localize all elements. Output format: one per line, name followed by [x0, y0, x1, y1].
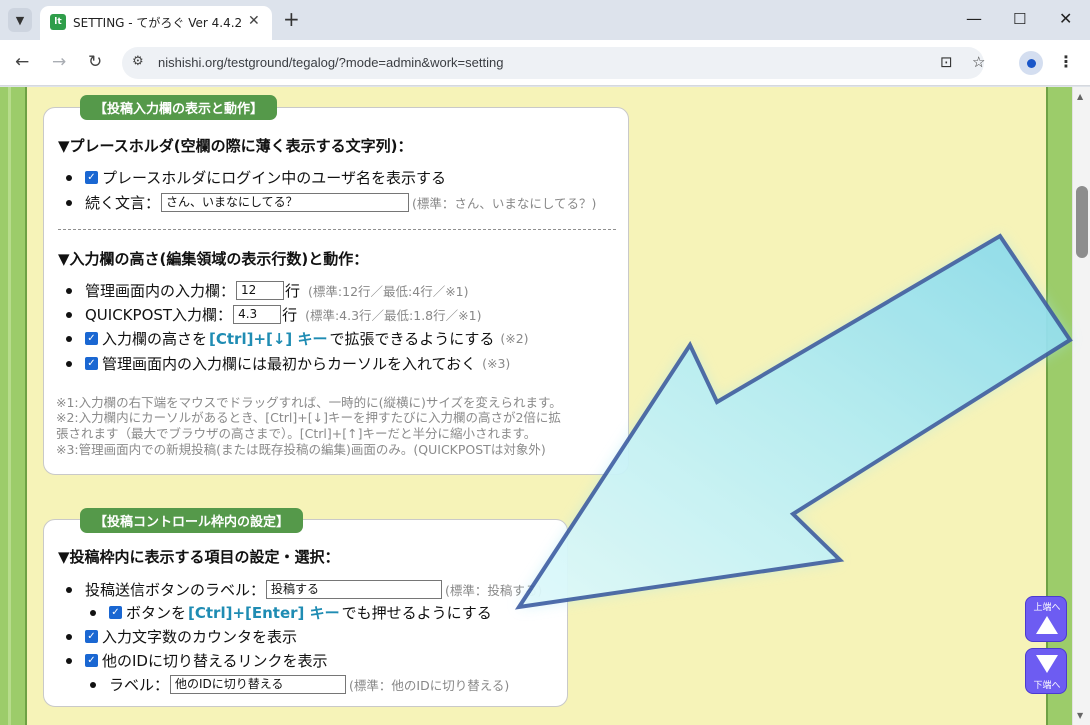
scroll-top-button[interactable]: 上端へ — [1025, 596, 1067, 642]
quickpost-height-unit: 行 — [282, 306, 298, 324]
address-bar[interactable]: ⚙ nishishi.org/testground/tegalog/?mode=… — [122, 47, 985, 79]
forward-icon[interactable]: → — [52, 52, 66, 72]
cursor-checkbox[interactable]: ✓ — [85, 357, 98, 370]
send-label-row: 投稿送信ボタンのラベル： 投稿する (標準：投稿する) — [66, 579, 542, 600]
tab-title: SETTING - てがろぐ Ver 4.4.2 — [73, 16, 243, 30]
divider — [58, 229, 616, 230]
send-label-label: 投稿送信ボタンのラベル： — [85, 581, 266, 599]
site-info-icon[interactable]: ⚙ — [132, 54, 144, 69]
window-close-icon[interactable]: ✕ — [1059, 8, 1072, 30]
switch-label-label: ラベル： — [109, 676, 170, 694]
more-menu-icon[interactable]: ⋮ — [1058, 52, 1074, 72]
scroll-top-label: 上端へ — [1033, 603, 1061, 613]
post-control-heading: ▼投稿枠内に表示する項目の設定・選択： — [58, 548, 340, 566]
send-label-note: (標準：投稿する) — [445, 583, 543, 598]
quickpost-height-input[interactable]: 4.3 — [233, 305, 282, 324]
show-username-checkbox[interactable]: ✓ — [85, 171, 98, 184]
footnote-2-cont: 張されます（最大でブラウザの高さまで）。[Ctrl]+[↑]キーだと半分に縮小さ… — [56, 426, 537, 441]
counter-row: ✓ 入力文字数のカウンタを表示 — [66, 626, 297, 647]
back-icon[interactable]: ← — [15, 52, 29, 72]
enter-key-post: でも押せるようにする — [341, 604, 492, 622]
continue-text-row: 続く文言： さん、いまなにしてる？ (標準：さん、いまなにしてる？) — [66, 192, 596, 213]
scroll-bottom-button[interactable]: 下端へ — [1025, 648, 1067, 694]
switch-label-note: (標準：他のIDに切り替える) — [349, 678, 510, 693]
cursor-note: (※3) — [482, 356, 511, 371]
show-username-label: プレースホルダにログイン中のユーザ名を表示する — [102, 169, 446, 187]
reload-icon[interactable]: ↻ — [88, 52, 102, 72]
plus-icon[interactable]: + — [283, 8, 300, 30]
cursor-label: 管理画面内の入力欄には最初からカーソルを入れておく — [102, 355, 477, 373]
expand-key-row: ✓ 入力欄の高さを [Ctrl]+[↓] キー で拡張できるようにする (※2) — [66, 328, 529, 349]
height-heading: ▼入力欄の高さ(編集領域の表示行数)と動作： — [58, 250, 369, 268]
admin-height-row: 管理画面内の入力欄： 12 行 (標準:12行／最低:4行／※1) — [66, 280, 469, 301]
admin-height-note: (標準:12行／最低:4行／※1) — [308, 284, 469, 299]
star-icon[interactable]: ☆ — [972, 53, 985, 71]
tab-search-button[interactable]: ▼ — [8, 8, 32, 32]
enter-key-pre: ボタンを — [126, 604, 187, 622]
chevron-down-icon: ▼ — [15, 13, 25, 27]
switch-label-input[interactable]: 他のIDに切り替える — [170, 675, 347, 694]
footnote-1: ※1:入力欄の右下端をマウスでドラッグすれば、一時的に(縦横に)サイズを変えられ… — [56, 395, 562, 410]
post-control-panel: ▼投稿枠内に表示する項目の設定・選択： 投稿送信ボタンのラベル： 投稿する (標… — [43, 519, 568, 707]
scroll-thumb[interactable] — [1076, 186, 1088, 258]
continue-text-note: (標準：さん、いまなにしてる？) — [412, 196, 597, 211]
admin-height-label: 管理画面内の入力欄： — [85, 282, 236, 300]
quickpost-height-row: QUICKPOST入力欄： 4.3 行 (標準:4.3行／最低:1.8行／※1) — [66, 304, 481, 325]
scroll-bottom-label: 下端へ — [1033, 681, 1061, 691]
expand-key-post: で拡張できるようにする — [329, 330, 495, 348]
input-settings-panel: ▼プレースホルダ(空欄の際に薄く表示する文字列)： ✓ プレースホルダにログイン… — [43, 107, 629, 475]
arrow-down-icon — [1036, 655, 1058, 673]
admin-height-input[interactable]: 12 — [236, 281, 285, 300]
toolbar: ← → ↻ ⚙ nishishi.org/testground/tegalog/… — [0, 40, 1090, 86]
tab-bar: ▼ lt SETTING - てがろぐ Ver 4.4.2 ✕ + — ☐ ✕ — [0, 0, 1090, 40]
counter-label: 入力文字数のカウンタを表示 — [102, 628, 298, 646]
favicon-icon: lt — [50, 14, 66, 30]
left-border — [0, 87, 27, 725]
expand-key-checkbox[interactable]: ✓ — [85, 332, 98, 345]
expand-key-pre: 入力欄の高さを — [102, 330, 208, 348]
minimize-icon[interactable]: — — [966, 8, 982, 30]
enter-key-keys: [Ctrl]+[Enter] キー — [188, 604, 340, 622]
send-label-input[interactable]: 投稿する — [266, 580, 443, 599]
admin-height-unit: 行 — [285, 282, 301, 300]
scroll-down-arrow-icon[interactable]: ▼ — [1077, 711, 1083, 720]
screenshot-icon[interactable]: ⊡ — [940, 53, 953, 71]
page-viewport: ▼プレースホルダ(空欄の際に薄く表示する文字列)： ✓ プレースホルダにログイン… — [0, 87, 1072, 725]
arrow-up-icon — [1036, 616, 1058, 634]
counter-checkbox[interactable]: ✓ — [85, 630, 98, 643]
footnote-2: ※2:入力欄内にカーソルがあるとき、[Ctrl]+[↓]キーを押すたびに入力欄の… — [56, 410, 561, 425]
enter-key-checkbox[interactable]: ✓ — [109, 606, 122, 619]
input-settings-title: 【投稿入力欄の表示と動作】 — [80, 95, 278, 120]
post-control-title: 【投稿コントロール枠内の設定】 — [80, 508, 304, 533]
scroll-up-arrow-icon[interactable]: ▲ — [1077, 92, 1083, 101]
maximize-icon[interactable]: ☐ — [1013, 8, 1026, 30]
cursor-row: ✓ 管理画面内の入力欄には最初からカーソルを入れておく (※3) — [66, 353, 510, 374]
switch-label-row: ラベル： 他のIDに切り替える (標準：他のIDに切り替える) — [90, 674, 509, 695]
switch-id-row: ✓ 他のIDに切り替えるリンクを表示 — [66, 650, 328, 671]
url-text[interactable]: nishishi.org/testground/tegalog/?mode=ad… — [158, 55, 503, 70]
close-icon[interactable]: ✕ — [248, 13, 260, 29]
continue-text-input[interactable]: さん、いまなにしてる？ — [161, 193, 410, 212]
continue-text-label: 続く文言： — [85, 194, 161, 212]
placeholder-heading: ▼プレースホルダ(空欄の際に薄く表示する文字列)： — [58, 137, 413, 155]
expand-key-note: (※2) — [500, 331, 529, 346]
profile-icon[interactable] — [1019, 51, 1043, 75]
expand-key-keys: [Ctrl]+[↓] キー — [209, 330, 328, 348]
page-scrollbar[interactable]: ▲ ▼ — [1072, 87, 1090, 725]
switch-id-checkbox[interactable]: ✓ — [85, 654, 98, 667]
quickpost-height-note: (標準:4.3行／最低:1.8行／※1) — [305, 308, 482, 323]
switch-id-label: 他のIDに切り替えるリンクを表示 — [102, 652, 328, 670]
enter-key-row: ✓ ボタンを [Ctrl]+[Enter] キー でも押せるようにする — [90, 602, 492, 623]
footnote-3: ※3:管理画面内での新規投稿(または既存投稿の編集)画面のみ。(QUICKPOS… — [56, 442, 546, 457]
quickpost-height-label: QUICKPOST入力欄： — [85, 306, 233, 324]
active-tab[interactable]: lt SETTING - てがろぐ Ver 4.4.2 ✕ — [40, 6, 272, 40]
show-username-row: ✓ プレースホルダにログイン中のユーザ名を表示する — [66, 167, 446, 188]
